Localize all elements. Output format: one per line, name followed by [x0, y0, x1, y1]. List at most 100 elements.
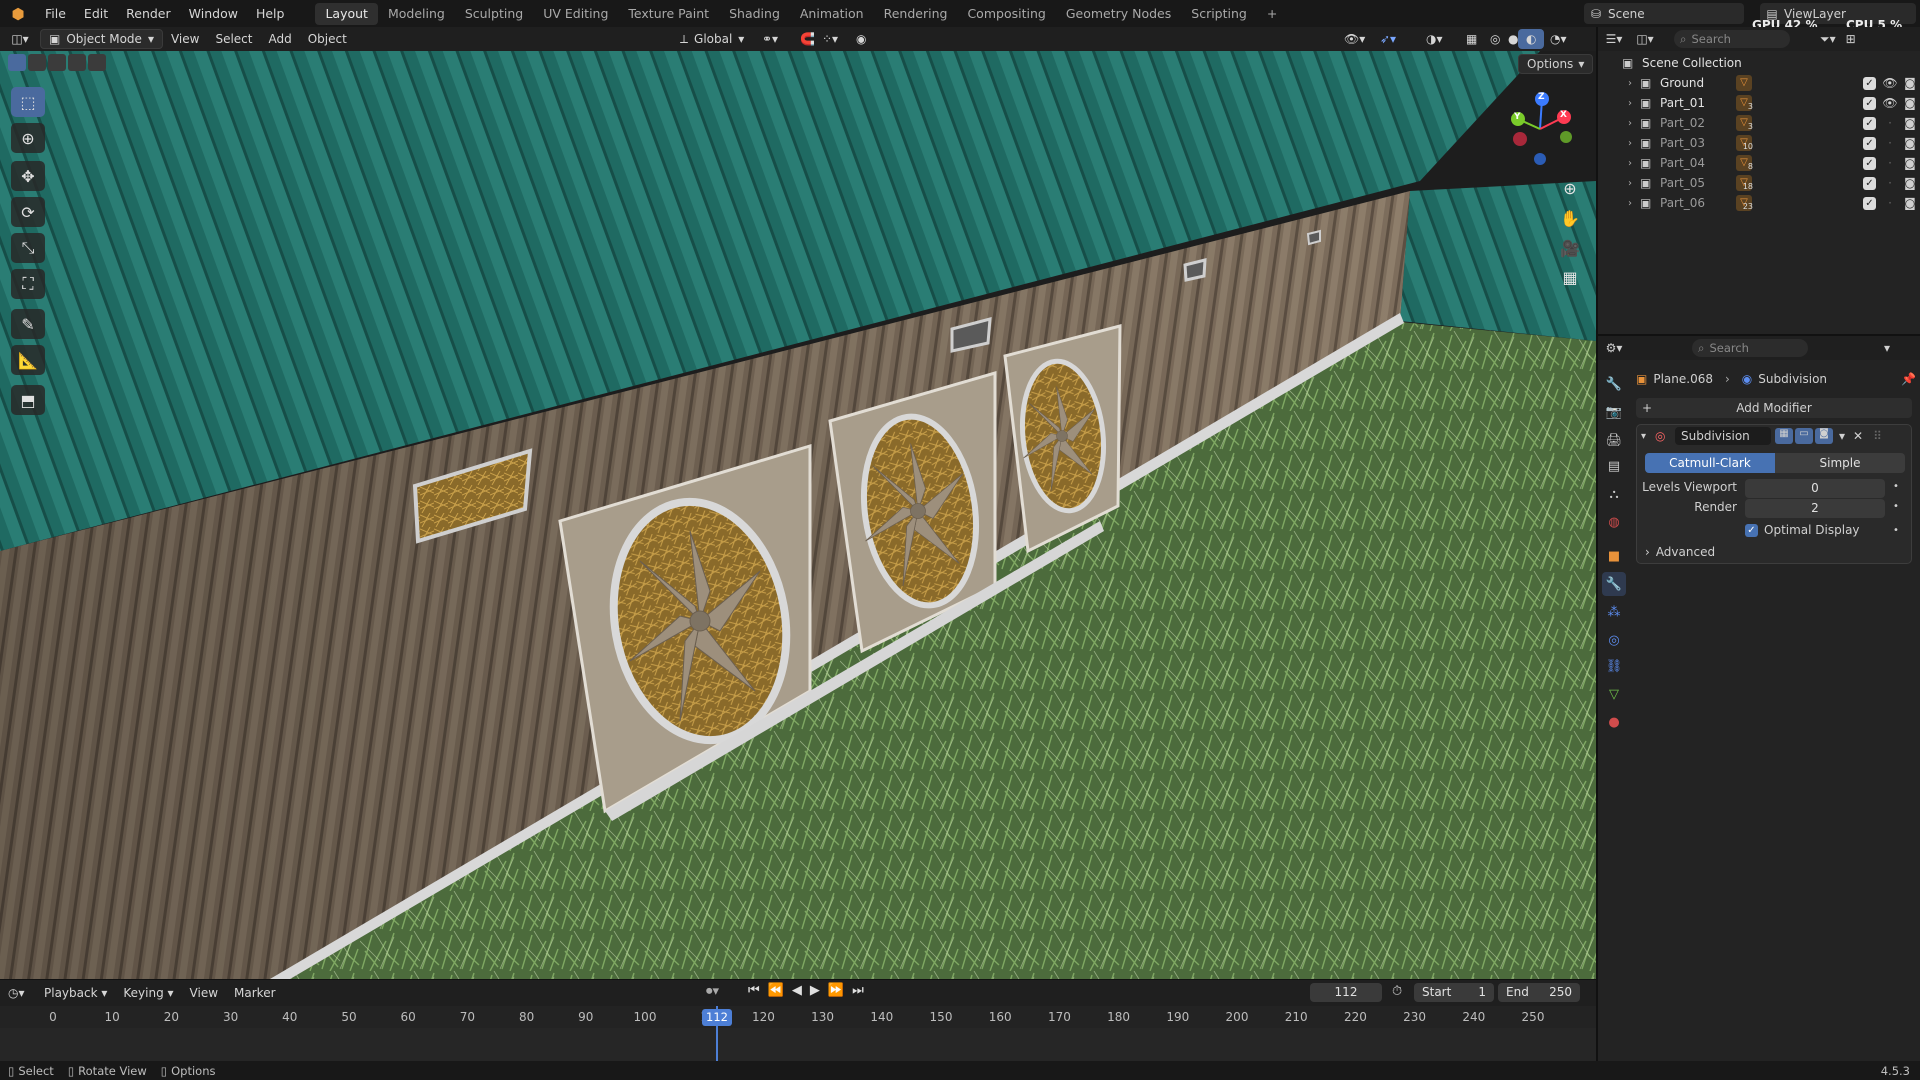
- object-tab-icon[interactable]: ■: [1602, 544, 1626, 568]
- navigation-gizmo[interactable]: Z X Y: [1500, 89, 1580, 169]
- mesh-data-icon[interactable]: ▽: [1736, 75, 1752, 91]
- select-invert-icon[interactable]: [68, 54, 86, 71]
- tab-modeling[interactable]: Modeling: [378, 3, 455, 25]
- eye-icon[interactable]: ·: [1880, 116, 1900, 130]
- outliner-item[interactable]: › ▣ Part_03 ▽ 10 ✓ · ◙: [1598, 133, 1920, 153]
- outliner-editor-type-icon[interactable]: ☰▾: [1598, 32, 1630, 46]
- playhead-frame-badge[interactable]: 112: [702, 1009, 732, 1026]
- render-tab-icon[interactable]: 📷: [1602, 400, 1626, 424]
- outliner-item[interactable]: › ▣ Part_05 ▽ 18 ✓ · ◙: [1598, 173, 1920, 193]
- properties-editor-type-icon[interactable]: ⚙▾: [1598, 341, 1630, 355]
- eye-icon[interactable]: ·: [1880, 196, 1900, 210]
- pin-icon[interactable]: 📌: [1901, 372, 1916, 386]
- select-intersect-icon[interactable]: [88, 54, 106, 71]
- menu-help[interactable]: Help: [247, 0, 294, 27]
- menu-add[interactable]: Add: [260, 29, 299, 49]
- properties-search[interactable]: ⌕ Search: [1692, 339, 1808, 357]
- snap-target-icon[interactable]: ⁘▾: [814, 29, 846, 49]
- add-cube-tool-icon[interactable]: ⬒: [11, 385, 45, 415]
- end-frame-field[interactable]: End 250: [1498, 983, 1580, 1002]
- exclude-checkbox[interactable]: ✓: [1863, 196, 1876, 210]
- exclude-checkbox[interactable]: ✓: [1863, 116, 1876, 130]
- visibility-icon[interactable]: 👁▾: [1336, 29, 1373, 49]
- menu-object[interactable]: Object: [300, 29, 355, 49]
- select-new-icon[interactable]: [8, 54, 26, 71]
- render-toggle-icon[interactable]: ◙: [1815, 428, 1833, 444]
- exclude-checkbox[interactable]: ✓: [1863, 76, 1876, 90]
- tab-geometry-nodes[interactable]: Geometry Nodes: [1056, 3, 1181, 25]
- exclude-checkbox[interactable]: ✓: [1863, 96, 1876, 110]
- collapse-chevron-icon[interactable]: ▾: [1641, 431, 1655, 442]
- tab-uv-editing[interactable]: UV Editing: [533, 3, 618, 25]
- outliner-item[interactable]: › ▣ Part_01 ▽ 3 ✓ 👁 ◙: [1598, 93, 1920, 113]
- rendered-shading-icon[interactable]: ◔▾: [1542, 29, 1575, 49]
- expand-chevron-icon[interactable]: ›: [1628, 118, 1640, 129]
- add-modifier-button[interactable]: + Add Modifier: [1636, 398, 1912, 418]
- tab-sculpting[interactable]: Sculpting: [455, 3, 533, 25]
- mesh-data-icon[interactable]: ▽ 23: [1736, 195, 1753, 211]
- outliner-item[interactable]: › ▣ Ground ▽ ✓ 👁 ◙: [1598, 73, 1920, 93]
- advanced-subpanel[interactable]: › Advanced: [1645, 545, 1715, 559]
- tab-shading[interactable]: Shading: [719, 3, 790, 25]
- prev-keyframe-icon[interactable]: ⏪: [768, 983, 784, 998]
- camera-render-icon[interactable]: ◙: [1900, 96, 1920, 110]
- camera-render-icon[interactable]: ◙: [1900, 156, 1920, 170]
- menu-view[interactable]: View: [163, 29, 207, 49]
- data-tab-icon[interactable]: ▽: [1602, 682, 1626, 706]
- transform-orientation-dropdown[interactable]: ⟂ Global ▾: [672, 29, 752, 49]
- optimal-display-checkbox[interactable]: ✓ Optimal Display: [1745, 523, 1860, 537]
- timeline-editor-type-icon[interactable]: ◷▾: [0, 983, 36, 1003]
- expand-chevron-icon[interactable]: ›: [1628, 98, 1640, 109]
- clock-icon[interactable]: ⏱: [1392, 984, 1402, 999]
- mesh-data-icon[interactable]: ▽ 18: [1736, 175, 1753, 191]
- exclude-checkbox[interactable]: ✓: [1863, 156, 1876, 170]
- physics-tab-icon[interactable]: ◎: [1602, 628, 1626, 652]
- expand-chevron-icon[interactable]: ›: [1628, 138, 1640, 149]
- options-dropdown[interactable]: Options ▾: [1518, 54, 1594, 74]
- overlay-toggle-icon[interactable]: ◑▾: [1418, 29, 1451, 49]
- next-keyframe-icon[interactable]: ⏩: [828, 983, 844, 998]
- subdivision-type-simple[interactable]: Simple: [1775, 453, 1905, 473]
- autokey-record-icon[interactable]: ⏺▾: [706, 984, 719, 999]
- scene-tab-icon[interactable]: ⛬: [1602, 482, 1626, 506]
- levels-viewport-field[interactable]: 0: [1745, 479, 1885, 498]
- new-collection-icon[interactable]: ⊞: [1846, 32, 1856, 46]
- editor-type-button[interactable]: ◫▾: [0, 29, 40, 49]
- gizmo-toggle-icon[interactable]: ➶▾: [1372, 29, 1404, 49]
- keyframe-dot-icon[interactable]: •: [1893, 481, 1899, 492]
- render-levels-field[interactable]: 2: [1745, 499, 1885, 518]
- camera-render-icon[interactable]: ◙: [1900, 76, 1920, 90]
- start-frame-field[interactable]: Start 1: [1414, 983, 1494, 1002]
- keyframe-dot-icon[interactable]: •: [1893, 525, 1899, 536]
- tool-tab-icon[interactable]: 🔧: [1602, 372, 1626, 396]
- particles-tab-icon[interactable]: ⁂: [1602, 600, 1626, 624]
- outliner-item[interactable]: › ▣ Part_06 ▽ 23 ✓ · ◙: [1598, 193, 1920, 213]
- close-icon[interactable]: ✕: [1853, 429, 1863, 443]
- exclude-checkbox[interactable]: ✓: [1863, 176, 1876, 190]
- eye-icon[interactable]: 👁: [1880, 96, 1900, 110]
- scene-selector[interactable]: ⛁ Scene: [1584, 3, 1744, 24]
- tab-compositing[interactable]: Compositing: [957, 3, 1055, 25]
- constraints-tab-icon[interactable]: ⛓: [1602, 654, 1626, 678]
- current-frame-field[interactable]: 112: [1310, 983, 1382, 1002]
- drag-handle-icon[interactable]: ⠿: [1873, 429, 1882, 443]
- eye-icon[interactable]: ·: [1880, 136, 1900, 150]
- chevron-down-icon[interactable]: ▾: [1884, 341, 1890, 355]
- material-tab-icon[interactable]: ●: [1602, 710, 1626, 734]
- frame-ruler[interactable]: 0102030405060708090100112013014015016017…: [0, 1006, 1596, 1028]
- pivot-icon[interactable]: ⚭▾: [754, 29, 786, 49]
- mesh-data-icon[interactable]: ▽ 10: [1736, 135, 1753, 151]
- menu-file[interactable]: File: [36, 0, 75, 27]
- jump-start-icon[interactable]: ⏮: [748, 983, 760, 998]
- annotate-tool-icon[interactable]: ✎: [11, 309, 45, 339]
- scene-collection-row[interactable]: ▣ Scene Collection: [1598, 53, 1920, 73]
- mesh-data-icon[interactable]: ▽ 3: [1736, 95, 1753, 111]
- 3d-viewport[interactable]: ⬚ ⊕ ✥ ⟳ ⤡ ⛶ ✎ 📐 ⬒ Options ▾ Z X Y ⊕ ✋ 🎥 …: [0, 51, 1596, 979]
- output-tab-icon[interactable]: 🖨: [1602, 428, 1626, 452]
- eye-icon[interactable]: ·: [1880, 156, 1900, 170]
- tab-animation[interactable]: Animation: [790, 3, 874, 25]
- play-reverse-icon[interactable]: ◀: [792, 983, 802, 998]
- keying-menu[interactable]: Keying ▾: [115, 983, 181, 1003]
- view-layer-tab-icon[interactable]: ▤: [1602, 454, 1626, 478]
- subdivision-type-catmull-clark[interactable]: Catmull-Clark: [1645, 453, 1775, 473]
